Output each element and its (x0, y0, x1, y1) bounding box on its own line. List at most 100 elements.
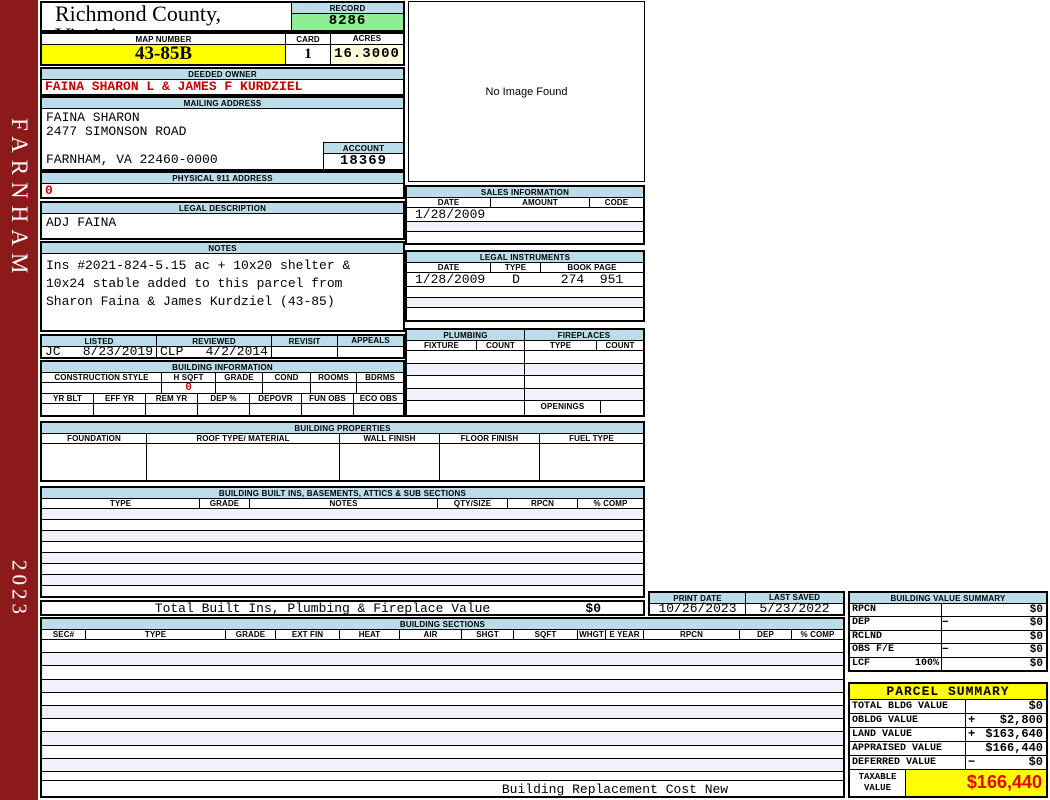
openings-row: OPENINGS (525, 401, 643, 413)
value-summary-row-rclnd: RCLND $0 (850, 630, 1046, 645)
parcel-row-obldg: OBLDG VALUE + $2,800 (850, 714, 1046, 728)
parcel-row-op: − (968, 755, 976, 769)
instruments-empty-rows (407, 287, 643, 318)
building-sections-headers: SEC# TYPE GRADE EXT FIN HEAT AIR SHGT SQ… (42, 630, 843, 640)
fireplaces-half: FIREPLACES TYPE COUNT OPENINGS (525, 330, 643, 415)
property-photo-placeholder: No Image Found (408, 1, 645, 182)
parcel-row-label: DEFERRED VALUE (850, 756, 966, 769)
floor-finish-value (440, 444, 540, 480)
rooms-label: ROOMS (311, 373, 357, 382)
fireplaces-headers: TYPE COUNT (525, 341, 643, 351)
parcel-row-amount: $0 (1028, 755, 1043, 769)
construction-style-value (42, 383, 162, 393)
cond-value (263, 383, 311, 393)
mailing-address-body: FAINA SHARON 2477 SIMONSON ROAD FARNHAM,… (42, 109, 403, 169)
acres-label: ACRES (352, 34, 382, 43)
revisit-value (272, 347, 338, 357)
parcel-row-op: + (968, 713, 976, 727)
sales-row: 1/28/2009 (407, 208, 643, 222)
fireplace-type-label: TYPE (525, 341, 597, 350)
bdrms-label: BDRMS (365, 373, 395, 382)
sec-dep-label: DEP (740, 630, 792, 639)
print-saved-block: PRINT DATE LAST SAVED 10/26/2023 5/23/20… (648, 591, 845, 616)
sec-heat-label: HEAT (340, 630, 400, 639)
replacement-cost-label: Building Replacement Cost New (501, 781, 729, 797)
grade-label: GRADE (216, 373, 263, 382)
row-label: DEP (852, 617, 871, 629)
empty-row (407, 232, 643, 241)
built-ins-rows (42, 509, 643, 596)
row-amount: $0 (1029, 604, 1043, 616)
dep-pct-value (198, 404, 250, 415)
parcel-row-land: LAND VALUE + $163,640 (850, 728, 1046, 742)
empty-row (42, 653, 843, 667)
sec-comp-label: % COMP (800, 630, 835, 639)
building-information-block: BUILDING INFORMATION CONSTRUCTION STYLE … (40, 360, 405, 417)
cond-label: COND (263, 373, 311, 382)
built-ins-total-value: $0 (585, 600, 601, 616)
record-value: 8286 (292, 14, 403, 30)
building-info-row2-values (42, 404, 403, 415)
map-card-acres-headers: MAP NUMBER CARD ACRES (42, 34, 403, 45)
fuel-type-label: FUEL TYPE (569, 434, 614, 443)
deeded-owner-block: DEEDED OWNER FAINA SHARON L & JAMES F KU… (40, 67, 405, 96)
parcel-summary-title: PARCEL SUMMARY (850, 684, 1046, 700)
empty-row (407, 287, 643, 298)
value-summary-row-dep: DEP − $0 (850, 617, 1046, 631)
map-card-acres-block: MAP NUMBER CARD ACRES 43-85B 1 16.3000 (40, 32, 405, 66)
building-sections-footer: Building Replacement Cost New (42, 781, 843, 797)
fixture-label: FIXTURE (407, 341, 477, 350)
card-value: 1 (286, 45, 331, 64)
notes-line-1: Ins #2021-824-5.15 ac + 10x20 shelter & (46, 258, 351, 273)
value-summary-label: RCLND (850, 630, 942, 644)
parcel-row-op: + (968, 727, 976, 741)
fun-obs-label: FUN OBS (302, 394, 354, 403)
tax-year-vertical: 2023 (7, 560, 32, 618)
district-name-vertical: FARNHAM (7, 118, 32, 281)
notes-body: Ins #2021-824-5.15 ac + 10x20 shelter & … (42, 254, 403, 311)
taxable-value-label: TAXABLE VALUE (850, 770, 906, 796)
instrument-bookpage-value: 274 951 (560, 272, 624, 287)
value-summary-row-lcf: LCF 100% $0 (850, 657, 1046, 671)
reviewed-date: 4/2/2014 (205, 344, 268, 359)
map-card-acres-values: 43-85B 1 16.3000 (42, 44, 403, 64)
legal-instruments-title: LEGAL INSTRUMENTS (407, 252, 643, 263)
row-label: RCLND (852, 630, 883, 642)
empty-row (407, 351, 524, 364)
eco-obs-value (354, 404, 403, 415)
value-summary-label: DEP (850, 617, 942, 630)
empty-row (407, 363, 524, 376)
builtin-grade-label: GRADE (200, 499, 250, 508)
parcel-row-label: TOTAL BLDG VALUE (850, 700, 966, 713)
sec-extfin-label: EXT FIN (276, 630, 340, 639)
value-summary-value: − $0 (942, 644, 1046, 656)
depovr-value (250, 404, 302, 415)
mailing-line-1: FAINA SHARON (46, 110, 140, 125)
wall-finish-value (340, 444, 440, 480)
parcel-row-deferred: DEFERRED VALUE − $0 (850, 756, 1046, 770)
notes-line-2: 10x24 stable added to this parcel from (46, 276, 343, 291)
value-summary-value: $0 (942, 604, 1046, 616)
builtin-comp-label: % COMP (593, 499, 628, 508)
builtin-qty-label: QTY/SIZE (438, 499, 508, 508)
empty-row (42, 531, 643, 542)
roof-type-label: ROOF TYPE/ MATERIAL (147, 434, 340, 443)
empty-row (407, 222, 643, 232)
row-op: − (942, 644, 949, 657)
empty-row (407, 388, 524, 401)
row-label: LCF (852, 657, 871, 669)
builtin-type-label: TYPE (42, 499, 200, 508)
row-pct: 100% (914, 657, 939, 669)
row-label: RPCN (852, 604, 877, 615)
eff-yr-label: EFF YR (94, 394, 146, 403)
property-record-card: { "sidebar": { "district": "FARNHAM", "y… (0, 0, 1050, 800)
taxable-value-amount: $166,440 (906, 770, 1046, 796)
account-value: 18369 (339, 153, 387, 169)
building-value-summary-rows: RPCN $0 DEP − $0 RCLND $0 OBS F/E − $0 L… (850, 604, 1046, 671)
legal-instruments-block: LEGAL INSTRUMENTS DATE TYPE BOOK PAGE 1/… (405, 250, 645, 322)
empty-row (525, 376, 643, 389)
dep-pct-label: DEP % (198, 394, 250, 403)
sales-date-label: DATE (407, 198, 491, 207)
plumbing-fireplaces-block: PLUMBING FIXTURE COUNT FIREPLACES TYPE C… (405, 328, 645, 417)
bdrms-value (357, 383, 403, 393)
